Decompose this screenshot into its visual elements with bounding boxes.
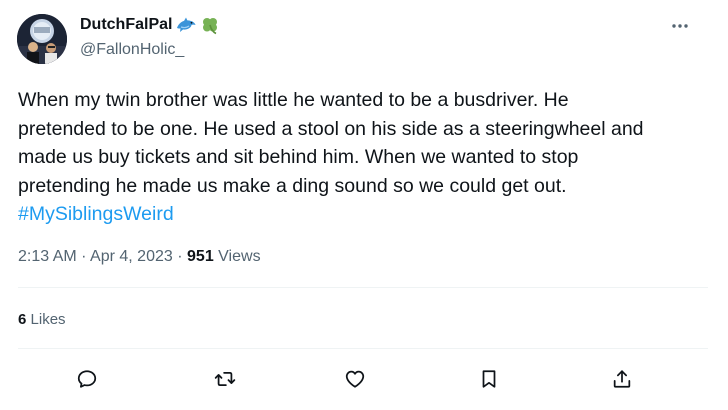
meta-separator: · xyxy=(177,248,183,265)
likes-label: Likes xyxy=(30,311,66,328)
tweet-text-line: When my twin brother was little he wante… xyxy=(18,89,569,111)
tweet-card[interactable]: DutchFalPal @FallonHolic_ When my twin b… xyxy=(0,0,712,410)
avatar-image xyxy=(17,14,67,64)
likes-count: 6 xyxy=(18,311,27,328)
avatar[interactable] xyxy=(17,14,67,64)
dolphin-emoji-icon xyxy=(175,16,197,34)
retweet-button[interactable] xyxy=(212,366,238,392)
more-options-icon[interactable] xyxy=(668,14,692,38)
tweet-meta: 2:13 AM · Apr 4, 2023 · 951 Views xyxy=(18,247,261,267)
reply-button[interactable] xyxy=(74,366,100,392)
four-leaf-clover-emoji-icon xyxy=(200,15,220,35)
retweet-icon xyxy=(214,371,236,387)
tweet-text-line: pretending he made us make a ding sound … xyxy=(18,174,567,197)
share-button[interactable] xyxy=(609,366,635,392)
views-count: 951 xyxy=(187,248,214,265)
meta-separator: · xyxy=(81,248,87,265)
hashtag-link[interactable]: #MySiblingsWeird xyxy=(18,203,174,225)
like-icon xyxy=(345,370,365,388)
tweet-text: When my twin brother was little he wante… xyxy=(18,86,708,229)
share-icon xyxy=(613,370,631,388)
display-name[interactable]: DutchFalPal xyxy=(80,15,220,35)
tweet-text-line: pretended to be one. He used a stool on … xyxy=(18,117,644,140)
tweet-time[interactable]: 2:13 AM xyxy=(18,248,77,265)
divider xyxy=(18,287,708,288)
likes-stat[interactable]: 6 Likes xyxy=(18,310,66,330)
reply-icon xyxy=(77,370,97,388)
bookmark-button[interactable] xyxy=(476,366,502,392)
bookmark-icon xyxy=(482,370,496,388)
like-button[interactable] xyxy=(342,366,368,392)
views-label: Views xyxy=(218,248,261,265)
display-name-text: DutchFalPal xyxy=(80,16,173,33)
tweet-date[interactable]: Apr 4, 2023 xyxy=(90,248,173,265)
divider xyxy=(18,348,708,349)
user-handle[interactable]: @FallonHolic_ xyxy=(80,40,184,60)
tweet-text-line: made us buy tickets and sit behind him. … xyxy=(18,146,579,169)
